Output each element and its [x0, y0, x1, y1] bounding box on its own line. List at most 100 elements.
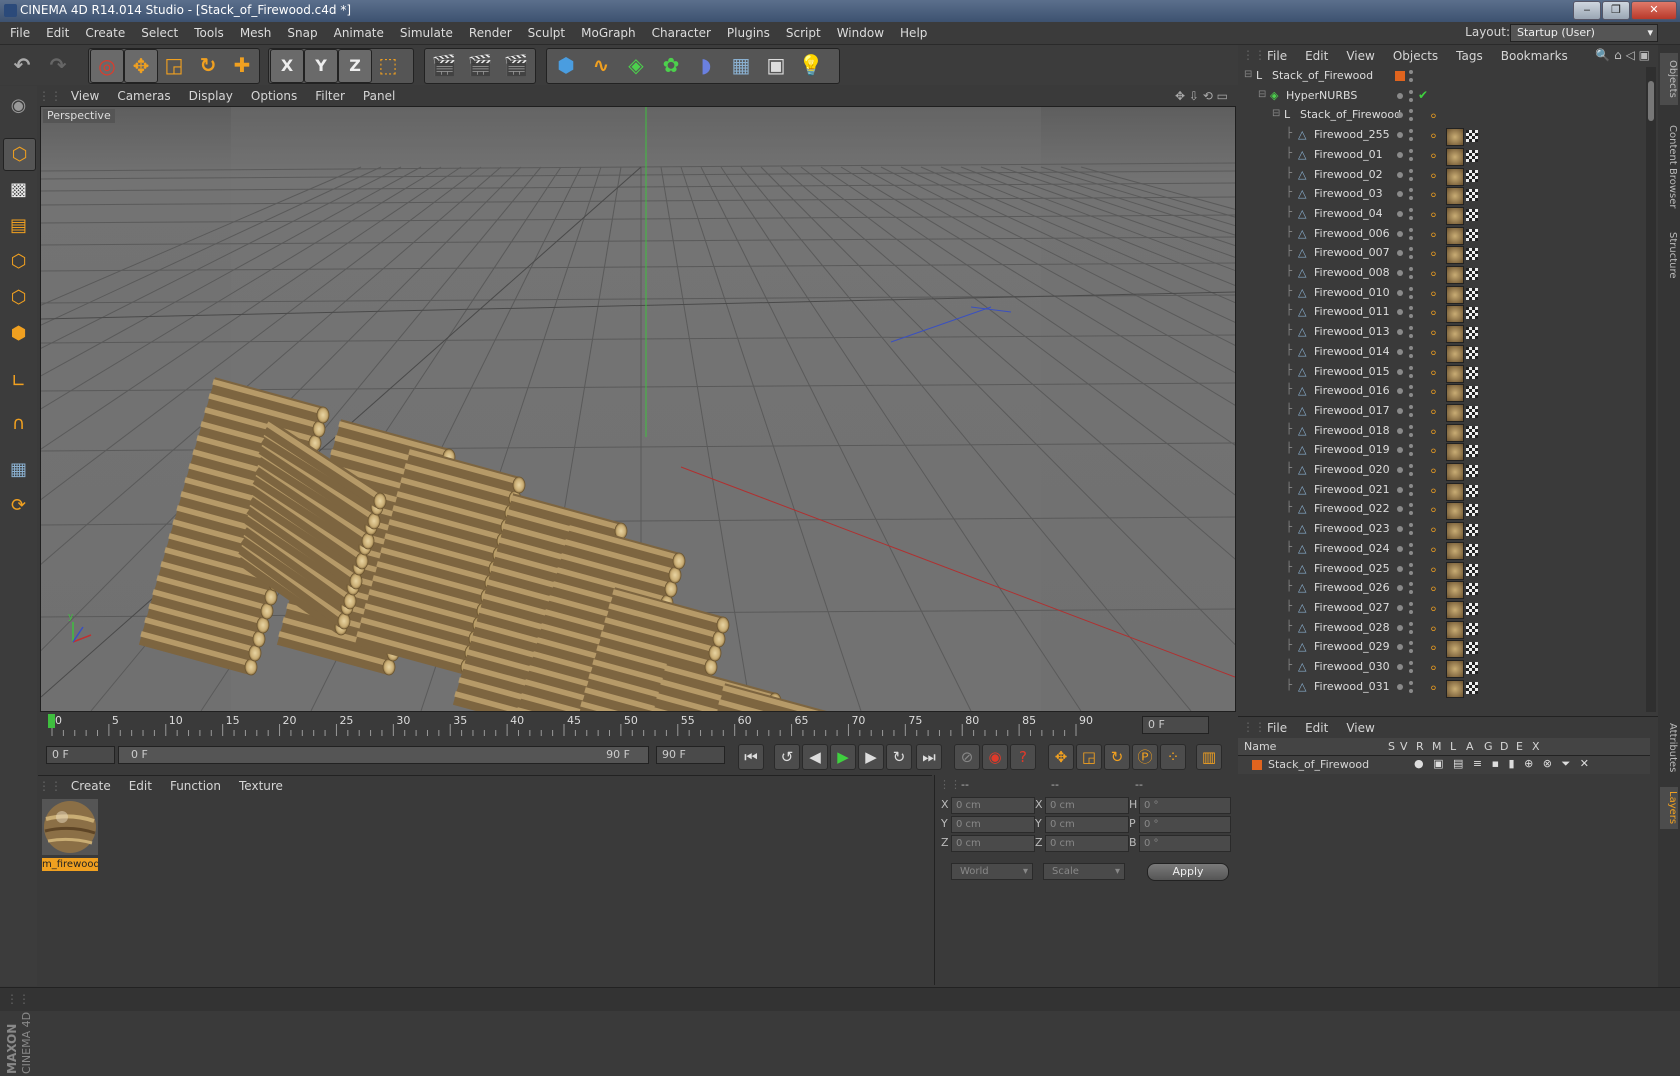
render-visibility-dot[interactable] [1409, 70, 1413, 74]
layer-column-d[interactable]: D [1500, 740, 1508, 753]
object-row[interactable]: ⊟ L Stack_of_Firewood [1238, 67, 1650, 87]
viewport-menu-filter[interactable]: Filter [306, 86, 354, 106]
editor-visibility-dot[interactable] [1397, 506, 1403, 513]
texture-tag-icon[interactable] [1446, 305, 1464, 324]
previous-frame-button[interactable]: ◀ [802, 744, 828, 770]
render-to-picture-viewer-button[interactable]: 🎬 [464, 49, 496, 81]
editor-visibility-dot[interactable] [1397, 348, 1403, 355]
magnet-icon[interactable]: ∩ [3, 408, 34, 439]
object-menu-tags[interactable]: Tags [1447, 45, 1492, 67]
editor-visibility-dot[interactable] [1397, 329, 1403, 336]
make-editable-button[interactable]: ◉ [3, 90, 34, 121]
uvw-tag-icon[interactable] [1466, 169, 1478, 182]
uvw-tag-icon[interactable] [1466, 327, 1478, 340]
uvw-tag-icon[interactable] [1466, 622, 1478, 635]
cloner-button[interactable]: ✿ [655, 49, 687, 81]
phong-tag-icon[interactable]: ⸰ [1430, 245, 1437, 262]
render-visibility-dot[interactable] [1409, 353, 1413, 358]
object-row[interactable]: ├ △ Firewood_026 ⸰ [1238, 579, 1650, 600]
layer-menu-edit[interactable]: Edit [1296, 717, 1337, 739]
texture-tag-icon[interactable] [1446, 128, 1464, 147]
object-name[interactable]: Firewood_025 [1314, 562, 1390, 575]
texture-tag-icon[interactable] [1446, 679, 1464, 698]
render-visibility-dot[interactable] [1409, 464, 1413, 468]
material-swatch[interactable]: m_firewood [42, 799, 98, 871]
editor-visibility-dot[interactable] [1397, 407, 1403, 414]
object-name[interactable]: Firewood_01 [1314, 148, 1383, 161]
axis-mode-icon[interactable]: ∟ [3, 366, 34, 397]
object-row[interactable]: ⊟ ◈ HyperNURBS ✔ [1238, 87, 1650, 107]
phong-tag-icon[interactable]: ⸰ [1430, 561, 1437, 578]
y-axis-button[interactable]: Y [304, 49, 338, 83]
uvw-tag-icon[interactable] [1466, 602, 1478, 615]
render-visibility-dot[interactable] [1409, 491, 1413, 496]
object-name[interactable]: Stack_of_Firewood [1300, 108, 1401, 121]
rotation-field[interactable]: 0 ° [1139, 797, 1231, 814]
render-visibility-dot[interactable] [1409, 629, 1413, 634]
deformer-button[interactable]: ◗ [690, 49, 722, 81]
editor-visibility-dot[interactable] [1397, 526, 1403, 533]
add-tool-button[interactable]: ✚ [226, 49, 258, 81]
object-name[interactable]: Firewood_04 [1314, 207, 1383, 220]
object-row[interactable]: ├ △ Firewood_015 ⸰ [1238, 363, 1650, 383]
floor-button[interactable]: ▦ [725, 49, 757, 81]
render-visibility-dot[interactable] [1409, 609, 1413, 614]
menu-animate[interactable]: Animate [326, 22, 392, 44]
points-mode-icon[interactable]: ⬡ [3, 246, 34, 277]
layer-column-v[interactable]: V [1400, 740, 1408, 753]
menu-mesh[interactable]: Mesh [232, 22, 280, 44]
redo-button[interactable]: ↷ [42, 49, 74, 81]
undo-button[interactable]: ↶ [6, 49, 38, 81]
menu-select[interactable]: Select [133, 22, 186, 44]
uvw-tag-icon[interactable] [1466, 366, 1478, 379]
editor-visibility-dot[interactable] [1397, 191, 1403, 198]
render-visibility-dot[interactable] [1409, 649, 1413, 654]
texture-tag-icon[interactable] [1446, 364, 1464, 383]
uvw-tag-icon[interactable] [1466, 583, 1478, 596]
texture-tag-icon[interactable] [1446, 443, 1464, 462]
object-menu-objects[interactable]: Objects [1384, 45, 1447, 67]
workplane-mode-icon[interactable]: ▤ [3, 210, 34, 241]
uvw-tag-icon[interactable] [1466, 189, 1478, 202]
render-visibility-dot[interactable] [1409, 523, 1413, 528]
render-visibility-dot[interactable] [1409, 227, 1413, 232]
object-name[interactable]: Firewood_013 [1314, 325, 1390, 338]
layer-menu-view[interactable]: View [1337, 717, 1383, 739]
layer-color-icon[interactable] [1395, 71, 1405, 81]
record-position-button[interactable]: ✥ [1048, 744, 1074, 770]
minimize-button[interactable]: ‒ [1573, 1, 1601, 20]
uvw-tag-icon[interactable] [1466, 228, 1478, 241]
object-menu-edit[interactable]: Edit [1296, 45, 1337, 67]
texture-tag-icon[interactable] [1446, 581, 1464, 600]
object-row[interactable]: ├ △ Firewood_01 ⸰ [1238, 146, 1650, 166]
menu-sculpt[interactable]: Sculpt [520, 22, 573, 44]
uvw-tag-icon[interactable] [1466, 248, 1478, 261]
object-row[interactable]: ├ △ Firewood_02 ⸰ [1238, 166, 1650, 186]
timeline-window-button[interactable]: ▥ [1196, 744, 1222, 770]
object-name[interactable]: Firewood_031 [1314, 680, 1390, 693]
texture-tag-icon[interactable] [1446, 502, 1464, 521]
object-name[interactable]: Firewood_020 [1314, 463, 1390, 476]
editor-visibility-dot[interactable] [1397, 585, 1403, 592]
playhead-marker[interactable] [48, 714, 55, 728]
render-visibility-dot[interactable] [1409, 255, 1413, 260]
record-point-level-button[interactable]: ⁘ [1160, 744, 1186, 770]
texture-mode-icon[interactable]: ▩ [3, 174, 34, 205]
editor-visibility-dot[interactable] [1397, 388, 1403, 395]
viewport-menu-options[interactable]: Options [242, 86, 306, 106]
position-field[interactable]: 0 cm [951, 816, 1035, 833]
viewport-menu-cameras[interactable]: Cameras [108, 86, 179, 106]
object-name[interactable]: Firewood_014 [1314, 345, 1390, 358]
camera-button[interactable]: ▣ [760, 49, 792, 81]
render-visibility-dot[interactable] [1409, 207, 1413, 212]
uvw-tag-icon[interactable] [1466, 662, 1478, 674]
menu-simulate[interactable]: Simulate [392, 22, 461, 44]
render-visibility-dot[interactable] [1409, 148, 1413, 153]
object-name[interactable]: Firewood_006 [1314, 227, 1390, 240]
render-visibility-dot[interactable] [1409, 334, 1413, 339]
object-name[interactable]: Firewood_016 [1314, 384, 1390, 397]
object-row[interactable]: ├ △ Firewood_030 ⸰ [1238, 658, 1650, 678]
close-button[interactable]: ✕ [1631, 1, 1677, 20]
object-name[interactable]: Firewood_03 [1314, 187, 1383, 200]
menu-window[interactable]: Window [829, 22, 892, 44]
